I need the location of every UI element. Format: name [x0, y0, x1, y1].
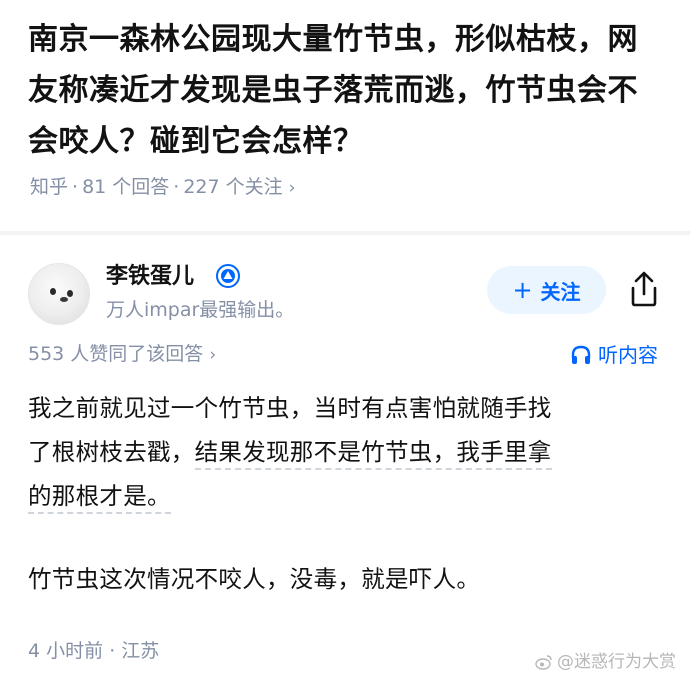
avatar-eye: [67, 290, 73, 297]
answer-count: 81 个回答: [82, 176, 170, 198]
watermark: @迷惑行为大赏: [535, 650, 676, 674]
watermark-text: @迷惑行为大赏: [557, 652, 676, 672]
answer-text-line: 我之前就见过一个竹节虫，当时有点害怕就随手找: [28, 394, 552, 422]
author-name[interactable]: 李铁蛋儿: [106, 262, 194, 292]
question-title[interactable]: 南京一森林公园现大量竹节虫，形似枯枝，网友称凑近才发现是虫子落荒而逃，竹节虫会不…: [28, 14, 668, 167]
answer-text-line: 了根树枝去戳，结果发现那不是竹节虫，我手里拿: [28, 432, 552, 472]
upvote-count: 553 人赞同了该回答: [28, 343, 204, 365]
chevron-right-icon: ›: [288, 178, 296, 198]
listen-label: 听内容: [598, 343, 658, 367]
plus-icon: +: [512, 276, 533, 304]
avatar[interactable]: [28, 263, 90, 325]
answer-text-segment: 了根树枝去戳，: [28, 438, 195, 466]
source-label: 知乎: [30, 176, 69, 198]
answer-text-line: 竹节虫这次情况不咬人，没毒，就是吓人。: [28, 565, 481, 593]
follower-count: 227 个关注: [183, 176, 283, 198]
answer-text-line: 的那根才是。: [28, 476, 171, 516]
avatar-eye: [50, 288, 56, 295]
highlighted-text[interactable]: 结果发现那不是竹节虫，我手里拿: [194, 438, 552, 470]
avatar-nose: [60, 297, 68, 302]
follow-label: 关注: [540, 279, 581, 304]
upvote-info[interactable]: 553 人赞同了该回答 ›: [28, 341, 216, 368]
section-divider: [0, 231, 690, 235]
weibo-icon: [535, 655, 552, 670]
question-meta[interactable]: 知乎 · 81 个回答 · 227 个关注 ›: [30, 174, 295, 201]
answer-location: 江苏: [121, 640, 160, 662]
highlighted-text[interactable]: 的那根才是。: [28, 482, 171, 514]
author-bio: 万人impar最强输出。: [106, 299, 295, 321]
headphones-icon: [571, 345, 591, 364]
answer-time: 4 小时前: [28, 640, 104, 662]
verified-badge-icon: [216, 264, 240, 288]
answer-meta: 4 小时前 · 江苏: [28, 640, 160, 662]
share-icon[interactable]: [626, 270, 662, 308]
listen-button[interactable]: 听内容: [570, 341, 658, 369]
chevron-right-icon: ›: [209, 345, 217, 365]
follow-button[interactable]: + 关注: [487, 266, 606, 314]
